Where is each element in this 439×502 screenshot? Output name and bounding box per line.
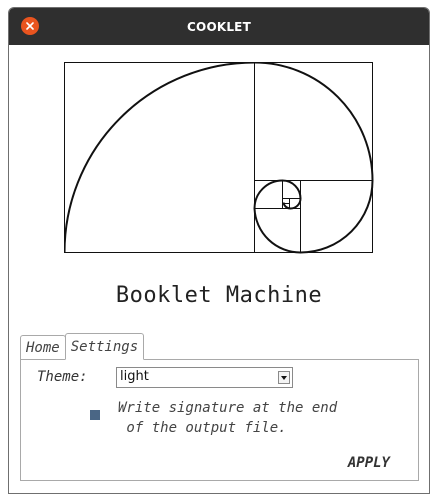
window-title: COOKLET: [187, 19, 251, 34]
signature-checkbox[interactable]: [90, 410, 100, 420]
theme-dropdown[interactable]: light: [116, 367, 293, 388]
signature-checkbox-label: Write signature at the end of the output…: [118, 400, 338, 436]
app-window: COOKLET Booklet Machine Home Settings Th…: [8, 7, 430, 494]
theme-label: Theme:: [37, 369, 88, 385]
close-button[interactable]: [21, 17, 39, 35]
golden-spiral-icon: [64, 62, 374, 254]
theme-selected-value: light: [120, 369, 149, 384]
tab-bar: Home Settings: [20, 333, 145, 360]
title-bar[interactable]: COOKLET: [9, 8, 429, 45]
apply-button[interactable]: APPLY: [348, 455, 390, 471]
settings-panel: Theme: light Write signature at the end …: [20, 359, 419, 481]
tab-settings[interactable]: Settings: [64, 333, 145, 360]
app-heading: Booklet Machine: [115, 283, 323, 308]
tab-home[interactable]: Home: [20, 335, 66, 360]
close-icon: [26, 22, 34, 30]
chevron-down-icon[interactable]: [278, 371, 290, 384]
